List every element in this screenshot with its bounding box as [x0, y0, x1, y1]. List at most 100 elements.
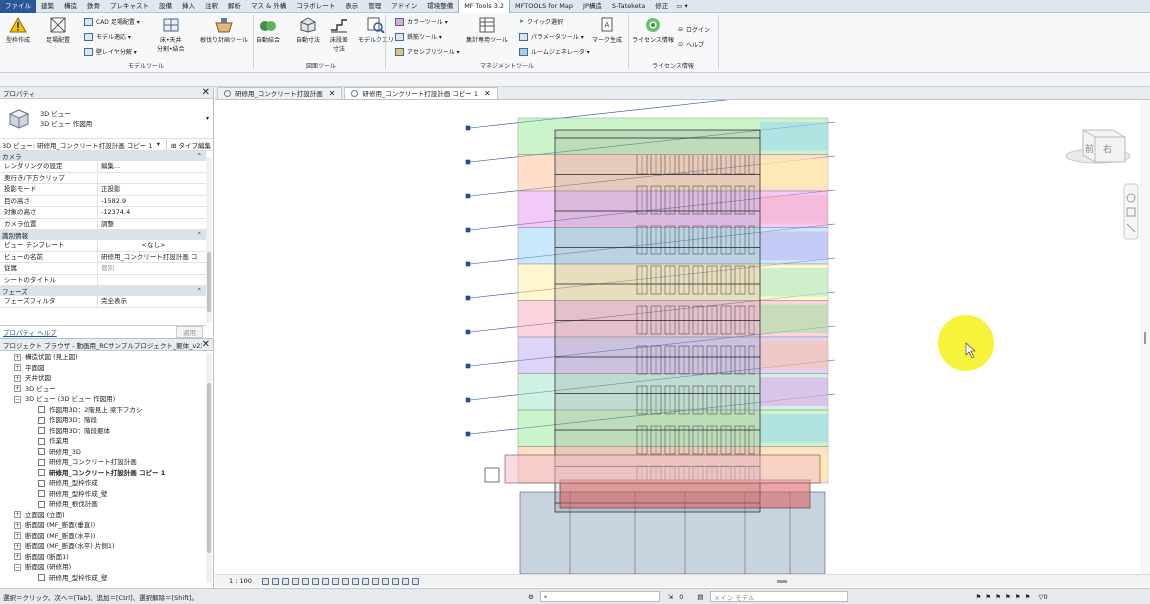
shuukei-button[interactable]: 集計専用ツール — [466, 17, 508, 44]
view-control-icon[interactable] — [321, 577, 329, 585]
browser-node[interactable]: + 断面図 (MF_断面(水平) 片側1) — [0, 541, 213, 552]
section-camera[interactable]: カメラ ⌃ — [0, 151, 206, 161]
properties-help-link[interactable]: プロパティ ヘルプ — [3, 327, 57, 337]
scroll-thumb[interactable] — [207, 383, 211, 553]
selection-filter-icon[interactable]: ⇲ — [668, 593, 673, 601]
assembly-tool-button[interactable]: アセンブリツール ▾ — [395, 47, 460, 56]
view-control-icon[interactable] — [301, 577, 309, 585]
property-value[interactable]: 個別 — [98, 263, 206, 274]
view-control-icon[interactable] — [391, 577, 399, 585]
tab-dropdown-icon[interactable]: ▭ ▾ — [673, 0, 690, 13]
properties-scrollbar[interactable] — [206, 157, 212, 322]
close-icon[interactable]: ✕ — [484, 88, 491, 100]
property-value[interactable]: 研修用_コンクリート打設計画 コ — [98, 252, 206, 263]
browser-node[interactable]: 作図用3D：階段躯体 — [0, 426, 213, 437]
3d-viewport[interactable]: 前 右 — [215, 100, 1145, 574]
section-identity[interactable]: 識別情報 ⌃ — [0, 230, 206, 240]
browser-node[interactable]: 研修用_型枠作成 — [0, 478, 213, 489]
view-control-icon[interactable] — [291, 577, 299, 585]
browser-node[interactable]: + 平面図 — [0, 363, 213, 374]
view-scale[interactable]: 1 : 100 — [229, 577, 252, 585]
expand-toggle-icon[interactable]: + — [14, 385, 21, 393]
yuka-tenjo-button[interactable]: 床•天井 分割•結合 — [157, 17, 185, 53]
worksharing-icon[interactable]: ⚙ — [528, 593, 534, 601]
section-phase[interactable]: フェーズ ⌃ — [0, 286, 206, 296]
ribbon-tab[interactable]: マス & 外構 — [246, 0, 291, 13]
browser-node[interactable]: 研修用_型枠作成_壁 — [0, 489, 213, 500]
expand-toggle-icon[interactable]: − — [14, 563, 21, 571]
browser-node[interactable]: 研修用_3D — [0, 447, 213, 458]
browser-node[interactable]: 研修用_コンクリート打設計画 コピー 1 — [0, 468, 213, 479]
param-tool-button[interactable]: パラメータツール ▾ — [519, 32, 584, 41]
browser-node[interactable]: + 断面図 (MF_断面(水平)) — [0, 531, 213, 542]
view-control-icon[interactable] — [261, 577, 269, 585]
expand-toggle-icon[interactable]: − — [14, 395, 21, 403]
ribbon-tab[interactable]: 鉄骨 — [82, 0, 105, 13]
ribbon-tab[interactable]: S-Tateketa — [607, 0, 650, 13]
katawaku-button[interactable]: 型枠作成 — [6, 17, 30, 44]
ashiba-button[interactable]: 足場配置 — [46, 17, 70, 44]
ribbon-tab[interactable]: 注釈 — [200, 0, 223, 13]
browser-scrollbar[interactable] — [206, 353, 212, 583]
ribbon-tab[interactable]: プレキャスト — [105, 0, 154, 13]
browser-node[interactable]: + 断面図 (断面1) — [0, 552, 213, 563]
expand-toggle-icon[interactable]: + — [14, 353, 21, 361]
expand-toggle-icon[interactable]: + — [14, 374, 21, 382]
ribbon-tab[interactable]: ファイル — [0, 0, 36, 13]
view-control-icon[interactable] — [411, 577, 419, 585]
property-value[interactable]: -12374.4 — [98, 207, 206, 218]
property-value[interactable]: -1582.9 — [98, 196, 206, 207]
property-value[interactable]: 編集... — [98, 161, 206, 172]
expand-toggle-icon[interactable]: + — [14, 532, 21, 540]
ribbon-tab[interactable]: JP構造 — [578, 0, 607, 13]
view-control-icon[interactable] — [361, 577, 369, 585]
ribbon-tab[interactable]: 設備 — [154, 0, 177, 13]
ribbon-tab[interactable]: 環境整備 — [422, 0, 458, 13]
view-control-icon[interactable] — [401, 577, 409, 585]
scroll-thumb[interactable] — [207, 252, 211, 312]
view-control-icon[interactable] — [371, 577, 379, 585]
canvas-vscroll[interactable] — [1140, 100, 1150, 574]
view-tab[interactable]: 研修用_コンクリート打設計画 コピー 1 ✕ — [344, 87, 498, 100]
view-control-icon[interactable] — [341, 577, 349, 585]
cad-ashiba-button[interactable]: CAD 足場配置 ▾ — [84, 17, 140, 26]
ribbon-tab[interactable]: 修正 — [650, 0, 673, 13]
view-control-icon[interactable] — [281, 577, 289, 585]
browser-node[interactable]: −3D ビュー (3D ビュー 作図用) — [0, 394, 213, 405]
selection-toggles[interactable]: ⚑⚑⚑⚑⚑⚑ — [976, 593, 1035, 601]
ribbon-tab[interactable]: 解析 — [223, 0, 246, 13]
view-tab[interactable]: 研修用_コンクリート打設計画 ✕ — [217, 87, 343, 99]
room-gen-button[interactable]: ルームジェネレータ ▾ — [519, 47, 590, 56]
model-query-button[interactable]: モデルクエリ — [358, 17, 394, 44]
yuka-dansa-button[interactable]: 床段差 寸法 — [330, 17, 348, 53]
instance-dropdown[interactable]: 3D ビュー: 研修用_コンクリート打設計画 コピー 1 ▾ — [2, 140, 166, 150]
browser-node[interactable]: 研修用_コンクリート打設計画 — [0, 457, 213, 468]
property-value[interactable]: 正投影 — [98, 184, 206, 195]
browser-node[interactable]: + 天井伏図 — [0, 373, 213, 384]
tekkin-tool-button[interactable]: 鉄筋ツール ▾ — [395, 32, 442, 41]
browser-node[interactable]: + 立面図 (立面) — [0, 510, 213, 521]
license-button[interactable]: ライセンス情報 — [632, 17, 674, 44]
ribbon-tab[interactable]: 管理 — [363, 0, 386, 13]
browser-node[interactable]: 作業用 — [0, 436, 213, 447]
property-value[interactable] — [98, 275, 206, 286]
browser-node[interactable]: 作図用3D：2階見上 梁下フカシ — [0, 405, 213, 416]
ribbon-tab[interactable]: 表示 — [340, 0, 363, 13]
browser-node[interactable]: +3D ビュー — [0, 384, 213, 395]
view-control-icon[interactable] — [311, 577, 319, 585]
property-value[interactable]: 調整 — [98, 219, 206, 230]
view-control-icon[interactable] — [381, 577, 389, 585]
quick-select-button[interactable]: ➤ クイック選択 — [519, 17, 563, 26]
scroll-thumb[interactable] — [1144, 332, 1146, 344]
view-control-icon[interactable] — [271, 577, 279, 585]
browser-node[interactable]: − 断面図 (研修用) — [0, 562, 213, 573]
expand-toggle-icon[interactable]: + — [14, 511, 21, 519]
design-option-dropdown[interactable]: メイン モデル — [709, 591, 848, 602]
help-button[interactable]: ⊙ ヘルプ — [678, 40, 704, 49]
mark-seisei-button[interactable]: A マーク生成 — [592, 17, 622, 44]
expand-toggle-icon[interactable]: + — [14, 521, 21, 529]
view-control-icon[interactable] — [331, 577, 339, 585]
hscroll-thumb[interactable] — [776, 579, 787, 583]
section-box-handle[interactable] — [484, 467, 500, 483]
view-control-icon[interactable] — [351, 577, 359, 585]
